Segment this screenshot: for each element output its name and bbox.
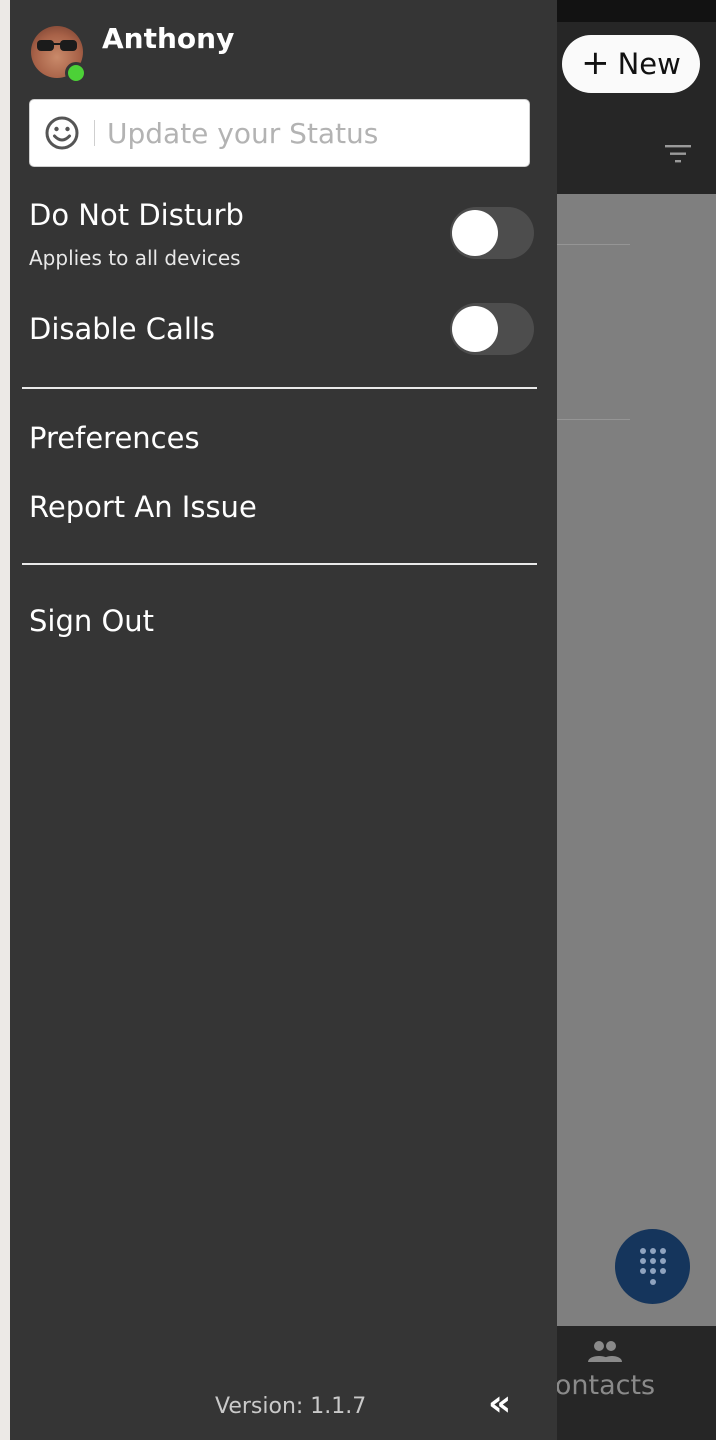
smiley-icon[interactable]	[44, 115, 80, 151]
dnd-toggle[interactable]	[450, 207, 534, 259]
toggle-knob	[452, 210, 498, 256]
dialpad-button[interactable]	[615, 1229, 690, 1304]
new-button[interactable]: + New	[562, 35, 700, 93]
dialpad-icon	[639, 1247, 666, 1285]
tab-contacts[interactable]: ontacts	[545, 1340, 665, 1401]
list-divider	[557, 244, 630, 245]
filter-icon[interactable]	[665, 144, 691, 164]
disable-calls-title: Disable Calls	[29, 312, 216, 346]
dnd-title: Do Not Disturb	[29, 198, 244, 232]
list-divider	[557, 419, 630, 420]
plus-icon: +	[581, 42, 610, 83]
divider	[22, 387, 537, 389]
dnd-subtitle: Applies to all devices	[29, 246, 241, 270]
menu-item-preferences[interactable]: Preferences	[29, 421, 200, 455]
toggle-knob	[452, 306, 498, 352]
contacts-icon	[588, 1341, 622, 1362]
version-label: Version: 1.1.7	[215, 1394, 367, 1419]
presence-indicator	[65, 62, 87, 84]
user-name: Anthony	[102, 22, 235, 55]
side-drawer: Anthony Do Not Disturb Applies to all de…	[10, 0, 557, 1440]
menu-item-sign-out[interactable]: Sign Out	[29, 604, 154, 638]
avatar[interactable]	[31, 26, 87, 84]
tab-contacts-label: ontacts	[554, 1370, 656, 1401]
double-chevron-left-icon[interactable]: «	[488, 1383, 511, 1424]
divider	[22, 563, 537, 565]
menu-item-report-issue[interactable]: Report An Issue	[29, 490, 257, 524]
new-button-label: New	[617, 47, 681, 81]
status-field-separator	[94, 120, 95, 146]
status-field[interactable]	[29, 99, 530, 167]
disable-calls-toggle[interactable]	[450, 303, 534, 355]
status-input[interactable]	[107, 116, 507, 150]
